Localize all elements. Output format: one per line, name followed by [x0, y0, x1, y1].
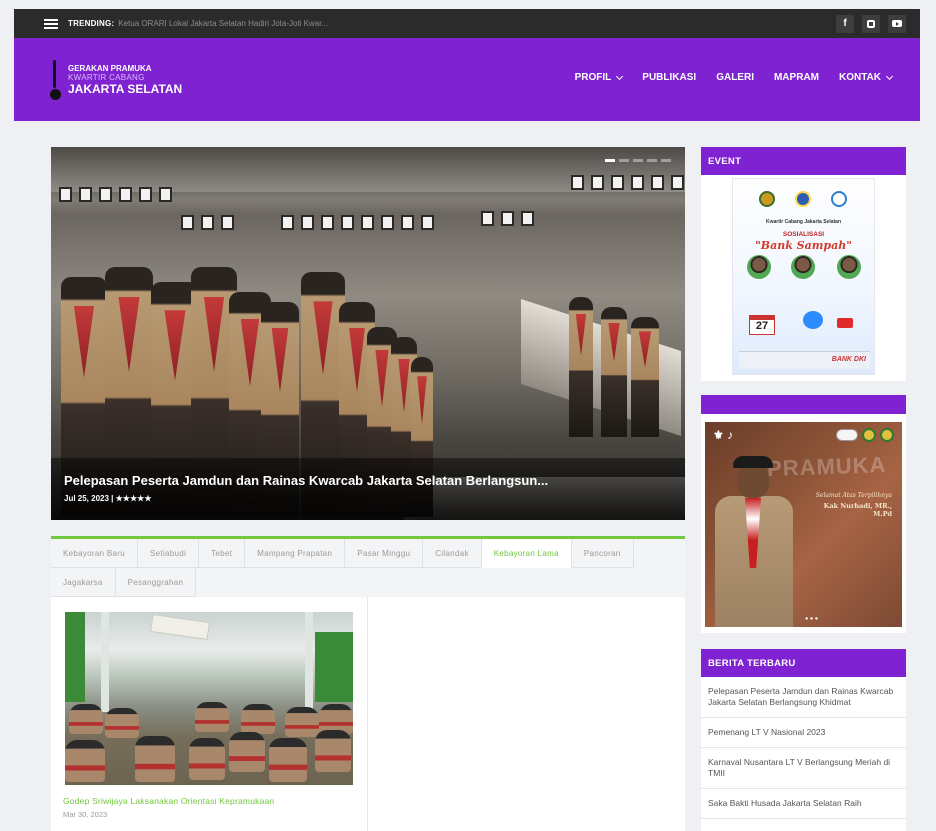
- facebook-icon[interactable]: f: [836, 14, 854, 33]
- chevron-down-icon: [616, 72, 624, 80]
- hero-photo-windows: [59, 187, 172, 202]
- district-tabs-widget: Kebayoran Baru Setiabudi Tebet Mampang P…: [51, 536, 685, 831]
- news-item[interactable]: Saka Bakti Husada Jakarta Selatan Raih: [701, 789, 906, 819]
- instagram-icon[interactable]: [862, 14, 880, 33]
- news-item[interactable]: Karnaval Nusantara LT V Berlangsung Meri…: [701, 748, 906, 789]
- person-name: Kak Nurhadi, MR., M.Pd: [823, 502, 892, 518]
- post-title-link[interactable]: Godep Sriwijaya Laksanakan Orientasi Kep…: [63, 796, 274, 806]
- youtube-icon: [837, 318, 853, 328]
- trending-headline-link[interactable]: Ketua ORARI Lokal Jakarta Selatan Hadiri…: [118, 19, 328, 28]
- scout-badge-icon: [759, 191, 775, 207]
- slider-dot[interactable]: [661, 159, 671, 162]
- logo-line-3: JAKARTA SELATAN: [68, 82, 183, 96]
- jakarta-emblem-icon: [795, 191, 811, 207]
- hero-date: Jul 25, 2023 |: [64, 494, 114, 503]
- announcement-text: Selamat Atas Terpilihnya Kak Nurhadi, MR…: [806, 492, 892, 518]
- top-bar: TRENDING: Ketua ORARI Lokal Jakarta Sela…: [14, 9, 920, 38]
- tunas-kelapa-icon: [50, 60, 62, 100]
- poster-kicker: SOSIALISASI: [782, 231, 825, 238]
- tab-pasar-minggu[interactable]: Pasar Minggu: [345, 539, 424, 568]
- calendar-icon: 27: [749, 315, 775, 335]
- instagram-handles: ● ● ●: [805, 616, 819, 622]
- tab-cilandak[interactable]: Cilandak: [423, 539, 482, 568]
- poster-headline: "Bank Sampah": [755, 239, 852, 252]
- youtube-icon[interactable]: [888, 14, 906, 33]
- column-divider: [367, 597, 368, 831]
- nav-item-kontak[interactable]: KONTAK: [839, 72, 894, 83]
- scout-emblem-icon: ⚜ ♪: [713, 428, 734, 442]
- nav-item-mapram[interactable]: MAPRAM: [774, 72, 819, 83]
- nav-item-galeri[interactable]: GALERI: [716, 72, 754, 83]
- tab-pancoran[interactable]: Pancoran: [571, 539, 634, 568]
- tab-setiabudi[interactable]: Setiabudi: [138, 539, 200, 568]
- banner-image: [150, 614, 210, 640]
- latest-news-widget: BERITA TERBARU Pelepasan Peserta Jamdun …: [701, 649, 906, 831]
- person-photo: [715, 456, 793, 627]
- news-item[interactable]: Pelepasan Peserta Jamdun dan Rainas Kwar…: [701, 677, 906, 718]
- rating-stars: ★★★★★: [115, 494, 152, 503]
- slider-dot[interactable]: [619, 159, 629, 162]
- hero-title[interactable]: Pelepasan Peserta Jamdun dan Rainas Kwar…: [64, 473, 672, 488]
- event-widget: EVENT Kwartir Cabang Jakarta Selatan SOS…: [701, 147, 906, 381]
- announcement-heading: [701, 395, 906, 414]
- poster-footer: BANK DKI: [739, 351, 870, 369]
- post-thumbnail[interactable]: [65, 612, 353, 785]
- announcement-widget: ⚜ ♪ PRAMUKA Selamat Atas Terpilihnya Kak…: [701, 395, 906, 633]
- slider-dot[interactable]: [605, 159, 615, 162]
- tab-mampang-prapatan[interactable]: Mampang Prapatan: [245, 539, 346, 568]
- event-poster[interactable]: Kwartir Cabang Jakarta Selatan SOSIALISA…: [732, 178, 875, 375]
- nav-item-profil[interactable]: PROFIL: [575, 72, 624, 83]
- latest-news-heading: BERITA TERBARU: [701, 649, 906, 677]
- tab-pesanggrahan[interactable]: Pesanggrahan: [115, 568, 197, 597]
- trending-label: TRENDING:: [68, 19, 115, 28]
- hero-caption: Pelepasan Peserta Jamdun dan Rainas Kwar…: [51, 458, 685, 520]
- poster-org: Kwartir Cabang Jakarta Selatan: [765, 219, 842, 225]
- tab-kebayoran-lama[interactable]: Kebayoran Lama: [481, 539, 572, 568]
- greeting-text: Selamat Atas Terpilihnya: [815, 492, 892, 499]
- hero-meta: Jul 25, 2023 | ★★★★★: [64, 494, 672, 503]
- partner-logos: [836, 428, 894, 442]
- post-date: Mar 30, 2023: [63, 810, 108, 819]
- slider-dot[interactable]: [647, 159, 657, 162]
- logo-line-1: GERAKAN PRAMUKA: [68, 64, 152, 73]
- tab-kebayoran-baru[interactable]: Kebayoran Baru: [51, 539, 139, 568]
- site-logo[interactable]: GERAKAN PRAMUKA KWARTIR CABANG JAKARTA S…: [50, 60, 182, 100]
- logo-line-2: KWARTIR CABANG: [68, 73, 145, 82]
- district-tabs: Kebayoran Baru Setiabudi Tebet Mampang P…: [51, 539, 685, 597]
- zoom-icon: [803, 311, 823, 329]
- announcement-image[interactable]: ⚜ ♪ PRAMUKA Selamat Atas Terpilihnya Kak…: [705, 422, 902, 627]
- news-item[interactable]: Pemenang LT V Nasional 2023: [701, 718, 906, 748]
- slider-pagination: [605, 159, 671, 162]
- menu-icon[interactable]: [44, 18, 58, 29]
- chevron-down-icon: [885, 72, 894, 80]
- site-header: GERAKAN PRAMUKA KWARTIR CABANG JAKARTA S…: [14, 38, 920, 121]
- poster-sponsor: BANK DKI: [831, 356, 866, 363]
- tab-jagakarsa[interactable]: Jagakarsa: [51, 568, 116, 597]
- social-links: f: [836, 14, 906, 33]
- partner-logo-icon: [831, 191, 847, 207]
- nav-item-publikasi[interactable]: PUBLIKASI: [642, 72, 696, 83]
- tab-tebet[interactable]: Tebet: [199, 539, 246, 568]
- event-heading: EVENT: [701, 147, 906, 175]
- tab-panel: Godep Sriwijaya Laksanakan Orientasi Kep…: [51, 597, 685, 831]
- main-nav: PROFIL PUBLIKASI GALERI MAPRAM KONTAK: [575, 72, 894, 83]
- slider-dot[interactable]: [633, 159, 643, 162]
- hero-slider[interactable]: Pelepasan Peserta Jamdun dan Rainas Kwar…: [51, 147, 685, 520]
